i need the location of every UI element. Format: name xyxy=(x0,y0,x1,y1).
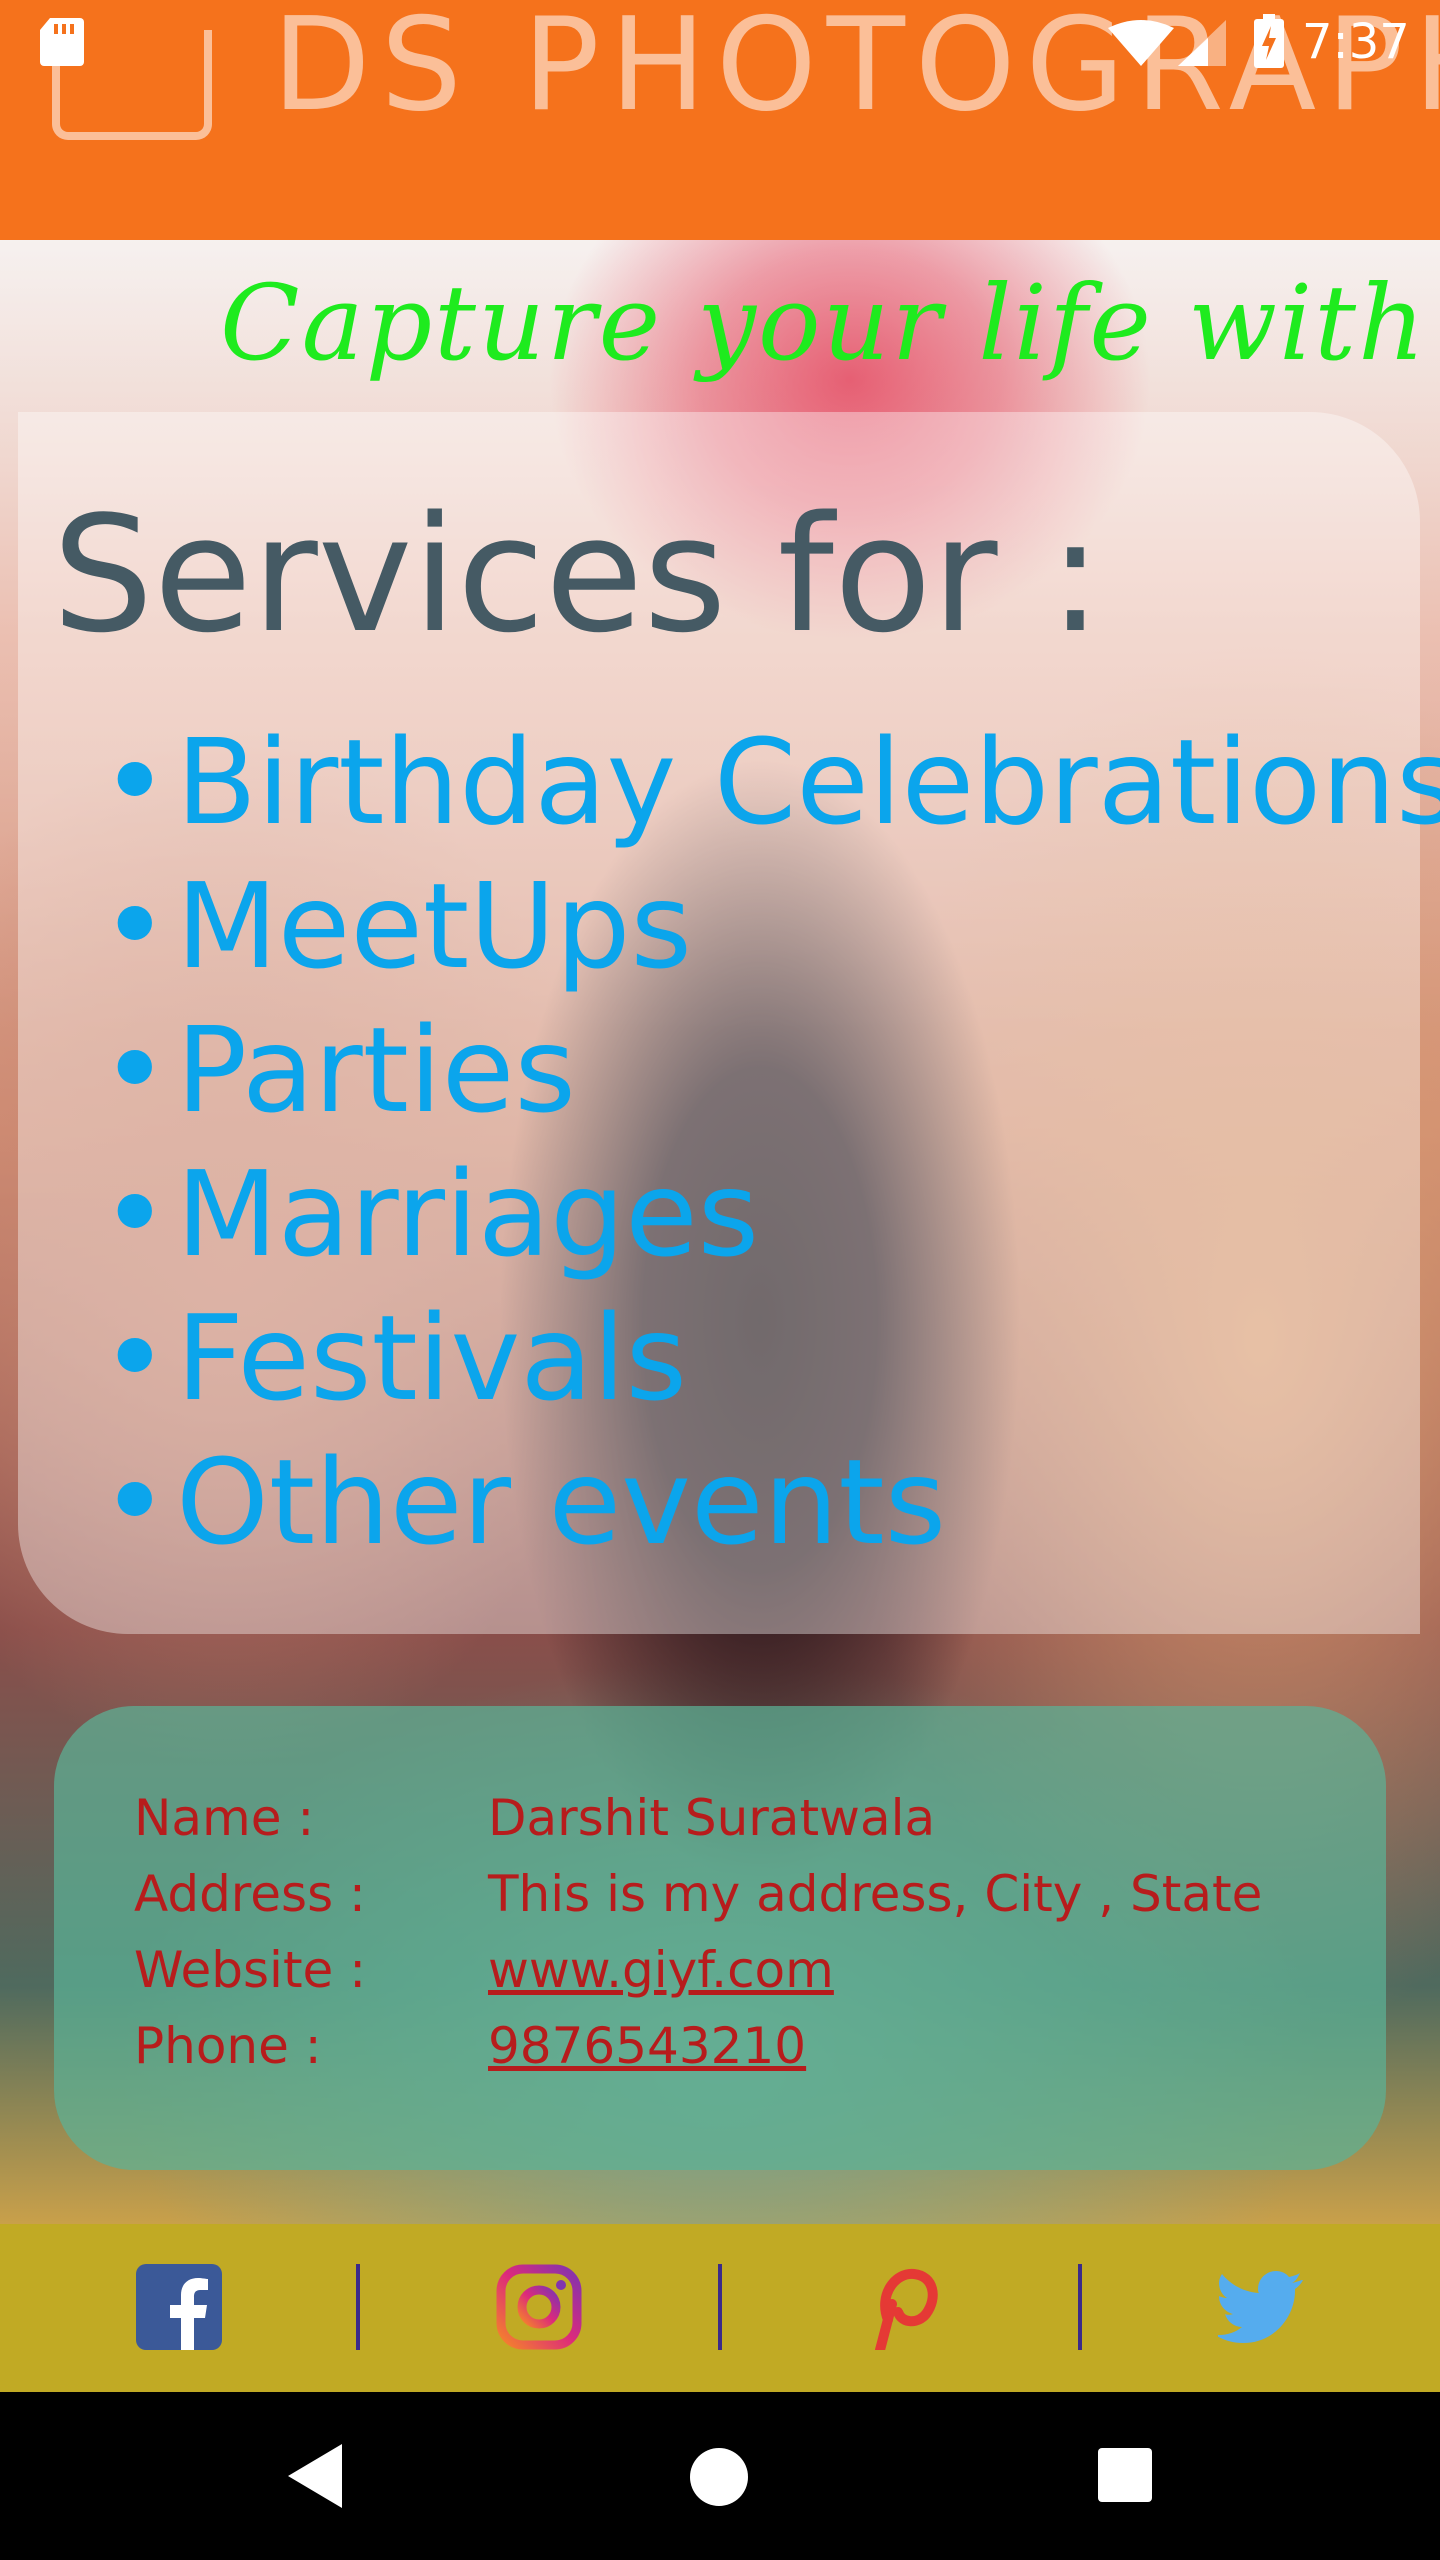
contact-label: Address : xyxy=(134,1865,366,1923)
status-time: 7:37 xyxy=(1302,14,1410,70)
facebook-icon[interactable] xyxy=(136,2264,222,2350)
app-bar: DS PHOTOGRAPHY 7:37 xyxy=(0,0,1440,240)
contact-label: Name : xyxy=(134,1789,315,1847)
service-label: Festivals xyxy=(176,1289,687,1427)
navigation-bar xyxy=(0,2392,1440,2560)
services-list: •Birthday Celebrations •MeetUps •Parties… xyxy=(100,710,1440,1574)
service-label: MeetUps xyxy=(176,857,693,995)
contact-address-row: Address : This is my address, City , Stat… xyxy=(134,1856,1262,1932)
service-label: Parties xyxy=(176,1001,576,1139)
wifi-icon xyxy=(1108,20,1174,66)
instagram-icon[interactable] xyxy=(496,2264,582,2350)
contact-name-row: Name : Darshit Suratwala xyxy=(134,1780,935,1856)
list-item: •Birthday Celebrations xyxy=(100,710,1440,854)
back-icon[interactable] xyxy=(288,2444,342,2508)
home-icon[interactable] xyxy=(690,2448,748,2506)
contact-website-row: Website : www.giyf.com xyxy=(134,1932,834,2008)
list-item: •Festivals xyxy=(100,1289,687,1427)
list-item: •Marriages xyxy=(100,1145,760,1283)
list-item: •MeetUps xyxy=(100,857,693,995)
list-item: •Other events xyxy=(100,1433,947,1571)
pinterest-icon[interactable] xyxy=(858,2264,944,2350)
contact-name-value: Darshit Suratwala xyxy=(488,1789,936,1847)
main-content: Capture your life with US Services for :… xyxy=(0,240,1440,2224)
tagline: Capture your life with US xyxy=(220,262,1440,384)
service-label: Other events xyxy=(176,1433,947,1571)
services-heading: Services for : xyxy=(52,481,1103,668)
contact-address-value: This is my address, City , State xyxy=(488,1865,1263,1923)
contact-phone-row: Phone : 9876543210 xyxy=(134,2008,806,2084)
social-bar xyxy=(0,2224,1440,2392)
list-item: •Parties xyxy=(100,1001,576,1139)
service-label: Marriages xyxy=(176,1145,760,1283)
signal-icon xyxy=(1178,20,1226,66)
twitter-icon[interactable] xyxy=(1218,2264,1304,2350)
contact-label: Website : xyxy=(134,1941,367,1999)
divider xyxy=(356,2264,360,2350)
phone-link[interactable]: 9876543210 xyxy=(488,2017,806,2075)
divider xyxy=(1078,2264,1082,2350)
contact-card: Name : Darshit Suratwala Address : This is… xyxy=(54,1706,1386,2170)
status-bar: 7:37 xyxy=(0,0,1440,84)
divider xyxy=(718,2264,722,2350)
contact-label: Phone : xyxy=(134,2017,322,2075)
sd-card-icon xyxy=(40,18,84,66)
battery-charging-icon xyxy=(1254,14,1284,68)
service-label: Birthday Celebrations xyxy=(176,713,1440,851)
recents-icon[interactable] xyxy=(1098,2448,1152,2502)
website-link[interactable]: www.giyf.com xyxy=(488,1941,834,1999)
